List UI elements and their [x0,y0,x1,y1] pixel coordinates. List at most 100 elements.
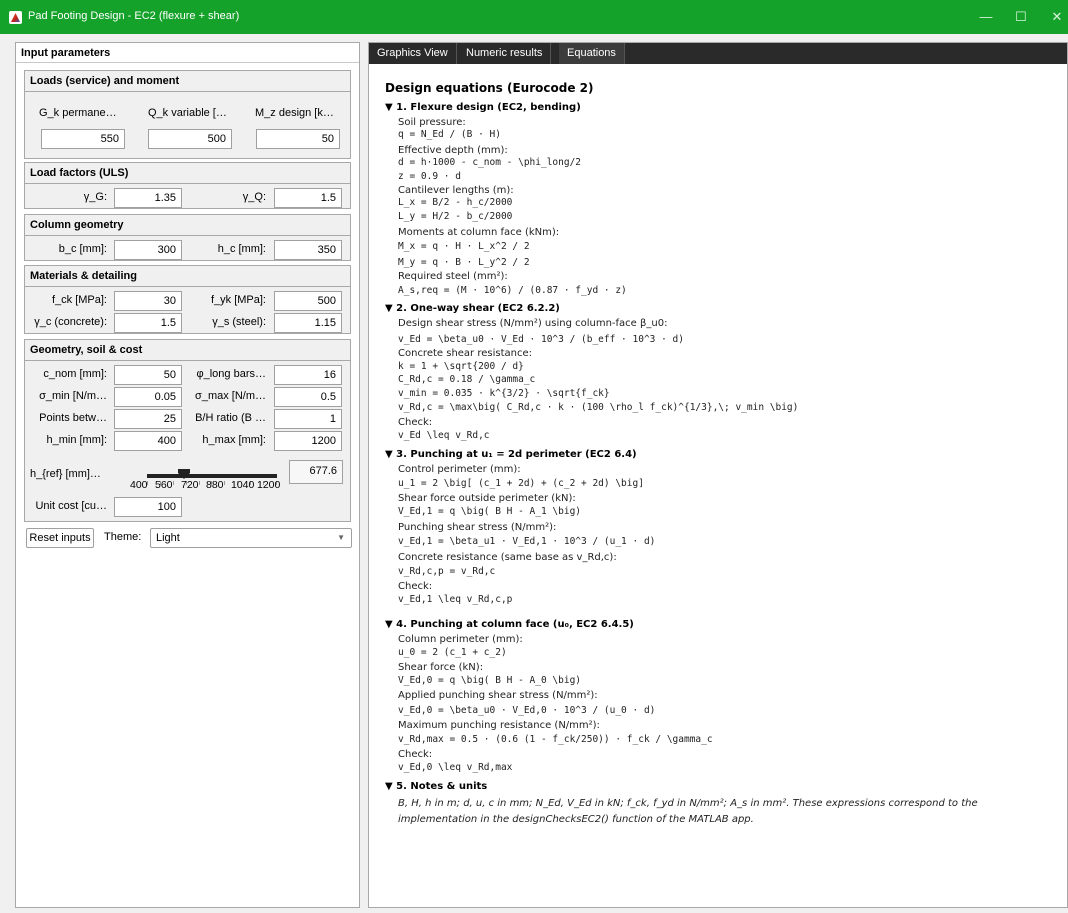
gamma-q-label: γ_Q: [242,191,266,203]
equation-description: Check: [398,417,433,428]
sigma-max-input[interactable]: 0.5 [274,387,342,407]
cnom-input[interactable]: 50 [114,365,182,385]
equation-line: v_Rd,c = \max\big( C_Rd,c · k · (100 \rh… [398,402,799,413]
sigma-max-label: σ_max [N/m… [195,390,266,402]
sigma-min-label: σ_min [N/m… [39,390,107,402]
group-title: Load factors (ULS) [30,167,129,179]
equation-description: Punching shear stress (N/mm²): [398,522,557,533]
equation-line: d = h·1000 - c_nom - \phi_long/2 [398,157,582,168]
equation-description: Required steel (mm²): [398,271,508,282]
gamma-g-input[interactable]: 1.35 [114,188,182,208]
results-panel: Graphics View Numeric results Equations … [368,42,1068,908]
equation-line: v_Ed,0 = \beta_u0 · V_Ed,0 · 10^3 / (u_0… [398,705,656,716]
equation-line: v_Ed,1 = \beta_u1 · V_Ed,1 · 10^3 / (u_1… [398,536,656,547]
gamma-c-input[interactable]: 1.5 [114,313,182,333]
href-label: h_{ref} [mm]… [30,468,101,480]
fyk-input[interactable]: 500 [274,291,342,311]
divider [25,360,350,361]
qk-label: Q_k variable [… [148,107,227,119]
bh-ratio-input[interactable]: 1 [274,409,342,429]
tab-graphics-view[interactable]: Graphics View [369,43,457,64]
hmin-input[interactable]: 400 [114,431,182,451]
divider [16,62,359,63]
section-heading[interactable]: ▼ 3. Punching at u₁ = 2d perimeter (EC2 … [385,449,637,460]
tab-bar: Graphics View Numeric results Equations [369,43,1067,64]
equation-line: V_Ed,0 = q \big( B H - A_0 \big) [398,675,582,686]
sigma-min-input[interactable]: 0.05 [114,387,182,407]
notes-text: B, H, h in m; d, u, c in mm; N_Ed, V_Ed … [398,798,978,825]
equation-description: Control perimeter (mm): [398,464,521,475]
cnom-label: c_nom [mm]: [43,368,107,380]
mz-label: M_z design [k… [255,107,334,119]
section-heading[interactable]: ▼ 2. One-way shear (EC2 6.2.2) [385,303,560,314]
mz-input[interactable]: 50 [256,129,340,149]
equation-description: Check: [398,581,433,592]
tab-numeric-results[interactable]: Numeric results [458,43,552,64]
href-slider-track[interactable] [147,474,277,478]
divider [25,286,350,287]
gamma-c-label: γ_c (concrete): [34,316,107,328]
input-parameters-panel: Input parameters Loads (service) and mom… [15,42,360,908]
slider-tick-label: 560 [155,479,173,491]
equation-line: v_Ed = \beta_u0 · V_Ed · 10^3 / (b_eff ·… [398,334,684,345]
equation-description: Cantilever lengths (m): [398,185,514,196]
hc-label: h_c [mm]: [217,243,266,255]
equation-description: Design shear stress (N/mm²) using column… [398,318,668,329]
equation-line: M_x = q · H · L_x^2 / 2 [398,241,530,252]
gk-input[interactable]: 550 [41,129,125,149]
unit-cost-input[interactable]: 100 [114,497,182,517]
hmax-label: h_max [mm]: [202,434,266,446]
equations-title: Design equations (Eurocode 2) [385,81,594,95]
section-heading[interactable]: ▼ 5. Notes & units [385,781,487,792]
equation-description: Applied punching shear stress (N/mm²): [398,690,598,701]
fck-input[interactable]: 30 [114,291,182,311]
slider-tick-label: 880 [206,479,224,491]
loads-group: Loads (service) and moment G_k permane… … [24,70,351,159]
equation-line: q = N_Ed / (B · H) [398,129,501,140]
qk-input[interactable]: 500 [148,129,232,149]
gamma-s-label: γ_s (steel): [212,316,266,328]
bh-ratio-label: B/H ratio (B … [195,412,266,424]
gamma-s-input[interactable]: 1.15 [274,313,342,333]
equation-description: Maximum punching resistance (N/mm²): [398,720,600,731]
group-title: Geometry, soil & cost [30,344,143,356]
section-heading[interactable]: ▼ 4. Punching at column face (u₀, EC2 6.… [385,619,634,630]
geometry-soil-cost-group: Geometry, soil & cost c_nom [mm]: 50 φ_l… [24,339,351,522]
slider-tick-label: 400 [130,479,148,491]
equation-line: V_Ed,1 = q \big( B H - A_1 \big) [398,506,582,517]
close-button[interactable]: ✕ [1046,6,1068,28]
equation-description: Concrete resistance (same base as v_Rd,c… [398,552,617,563]
reset-inputs-button[interactable]: Reset inputs [26,528,94,548]
equation-line: L_y = H/2 - b_c/2000 [398,211,513,222]
theme-dropdown[interactable]: Light ▼ [150,528,352,548]
slider-tick-label: 1200 [257,479,281,491]
bc-input[interactable]: 300 [114,240,182,260]
section-heading[interactable]: ▼ 1. Flexure design (EC2, bending) [385,102,581,113]
phi-long-input[interactable]: 16 [274,365,342,385]
fyk-label: f_yk [MPa]: [210,294,266,306]
equation-description: Concrete shear resistance: [398,348,532,359]
panel-title: Input parameters [21,47,111,59]
equation-line: v_min = 0.035 · k^{3/2} · \sqrt{f_ck} [398,388,610,399]
equation-description: Soil pressure: [398,117,466,128]
gamma-q-input[interactable]: 1.5 [274,188,342,208]
slider-tick-label: 720 [181,479,199,491]
points-input[interactable]: 25 [114,409,182,429]
maximize-button[interactable]: ☐ [1010,6,1032,28]
equation-description: Effective depth (mm): [398,145,508,156]
minimize-button[interactable]: — [975,6,997,28]
equation-description: Shear force outside perimeter (kN): [398,493,576,504]
title-bar: Pad Footing Design - EC2 (flexure + shea… [0,0,1068,34]
hc-input[interactable]: 350 [274,240,342,260]
equation-line: u_0 = 2 (c_1 + c_2) [398,647,507,658]
theme-value: Light [156,532,180,544]
group-title: Column geometry [30,219,124,231]
tab-equations[interactable]: Equations [559,43,625,64]
equation-description: Moments at column face (kNm): [398,227,560,238]
column-geometry-group: Column geometry b_c [mm]: 300 h_c [mm]: … [24,214,351,261]
divider [25,183,350,184]
equation-line: C_Rd,c = 0.18 / \gamma_c [398,374,536,385]
hmax-input[interactable]: 1200 [274,431,342,451]
slider-tick-label: 1040 [231,479,255,491]
equation-description: Check: [398,749,433,760]
